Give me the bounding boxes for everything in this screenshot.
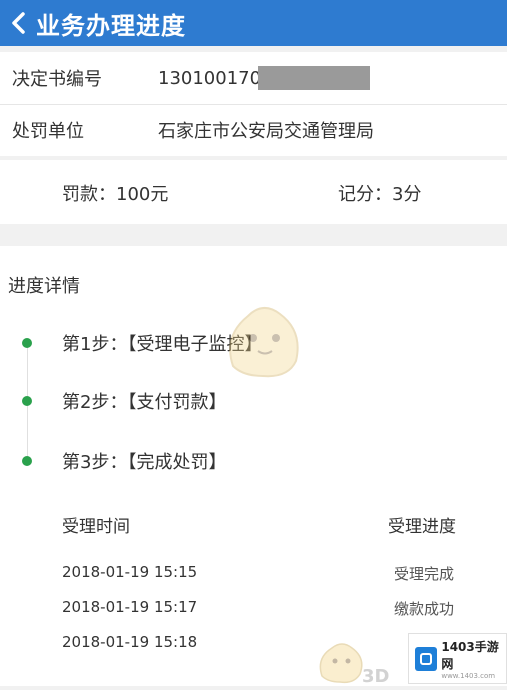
watermark-text: 3D <box>362 666 390 687</box>
watermark-brand: 1403手游网 <box>441 639 499 671</box>
row-time: 2018-01-19 15:18 <box>62 633 198 651</box>
penalty-unit-row: 处罚单位 石家庄市公安局交通管理局 <box>0 104 507 156</box>
watermark-brand-block: 1403手游网 www.1403.com <box>441 638 506 680</box>
decision-number-value: 130100170 <box>158 67 262 89</box>
page-title: 业务办理进度 <box>36 11 186 40</box>
watermark-mascot-icon <box>218 296 308 386</box>
penalty-unit-value: 石家庄市公安局交通管理局 <box>158 121 374 142</box>
decision-number-label: 决定书编号 <box>12 69 102 90</box>
step-label: 第3步：【完成处罚】 <box>62 452 227 473</box>
progress-step: 第2步：【支付罚款】 <box>0 386 507 416</box>
fine-summary-card: 罚款：100元 记分：3分 <box>0 160 507 224</box>
step-dot-icon <box>22 396 32 406</box>
table-header-status: 受理进度 <box>388 517 456 537</box>
penalty-points: 记分：3分 <box>338 184 422 205</box>
back-arrow-icon[interactable] <box>0 0 36 46</box>
watermark-url: www.1403.com <box>441 671 496 680</box>
row-time: 2018-01-19 15:15 <box>62 563 198 581</box>
row-status: 缴款成功 <box>394 600 455 618</box>
redacted-number-block <box>258 66 370 90</box>
watermark-logo: 1403手游网 www.1403.com <box>408 633 507 684</box>
app-header: 业务办理进度 <box>0 0 507 46</box>
row-time: 2018-01-19 15:17 <box>62 598 198 616</box>
site-logo-icon <box>415 646 438 671</box>
progress-step: 第3步：【完成处罚】 <box>0 446 507 476</box>
step-dot-icon <box>22 338 32 348</box>
row-status: 受理完成 <box>394 565 455 583</box>
step-dot-icon <box>22 456 32 466</box>
table-header-time: 受理时间 <box>62 517 130 537</box>
decision-number-row: 决定书编号 130100170 <box>0 52 507 104</box>
fine-amount: 罚款：100元 <box>62 184 169 205</box>
watermark-mascot-small-icon <box>314 636 368 686</box>
progress-section-title: 进度详情 <box>8 276 80 297</box>
step-label: 第2步：【支付罚款】 <box>62 392 227 413</box>
decision-info-card: 决定书编号 130100170 处罚单位 石家庄市公安局交通管理局 <box>0 52 507 156</box>
penalty-unit-label: 处罚单位 <box>12 121 84 142</box>
